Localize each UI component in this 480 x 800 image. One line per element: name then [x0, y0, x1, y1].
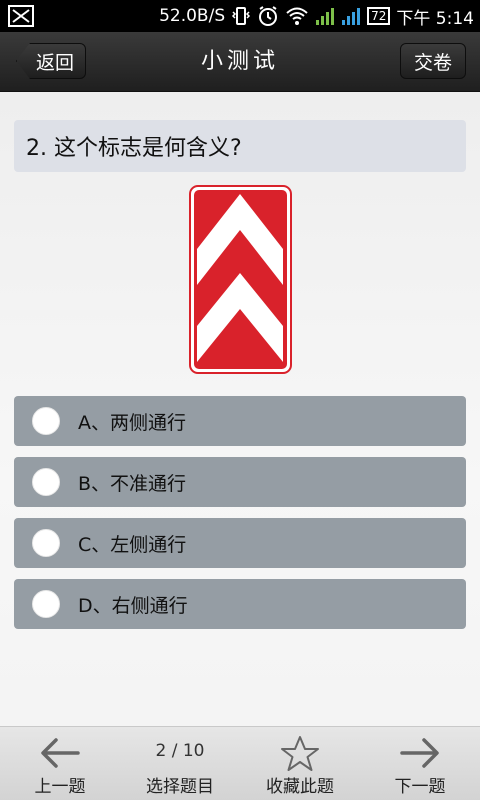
battery-level: 72: [371, 9, 387, 23]
traffic-sign-image: [189, 185, 292, 374]
next-question-button[interactable]: 下一题: [360, 727, 480, 800]
clock: 下午 5:14: [396, 8, 474, 29]
signal-icon-2: [342, 8, 361, 25]
prev-question-button[interactable]: 上一题: [0, 727, 120, 800]
question-text: 2. 这个标志是何含义?: [14, 120, 466, 172]
option-label: B、不准通行: [78, 472, 187, 495]
back-button[interactable]: 返回: [16, 43, 86, 79]
bottom-nav-bar: 上一题 2 / 10 选择题目 收藏此题 下一题: [0, 726, 480, 800]
alarm-icon: [259, 6, 278, 26]
select-question-button[interactable]: 2 / 10 选择题目: [120, 727, 240, 800]
select-question-label: 选择题目: [146, 777, 214, 797]
title-bar: 小测试 返回 交卷: [0, 32, 480, 92]
radio-button[interactable]: [32, 529, 60, 557]
prev-question-label: 上一题: [34, 777, 86, 797]
option-d[interactable]: D、右侧通行: [14, 579, 466, 629]
submit-button[interactable]: 交卷: [400, 43, 466, 79]
status-bar: 52.0B/S 72 下午 5:14: [0, 0, 480, 32]
option-label: D、右侧通行: [78, 594, 188, 617]
arrow-right-icon: [400, 738, 439, 768]
vibrate-icon: [232, 7, 251, 25]
star-icon: [281, 736, 319, 771]
option-a[interactable]: A、两侧通行: [14, 396, 466, 446]
radio-button[interactable]: [32, 407, 60, 435]
option-c[interactable]: C、左侧通行: [14, 518, 466, 568]
option-label: C、左侧通行: [78, 533, 187, 556]
arrow-left-icon: [41, 738, 80, 768]
question-counter: 2 / 10: [155, 741, 205, 761]
app-notification-icon: [8, 5, 34, 27]
next-question-label: 下一题: [394, 777, 446, 797]
option-b[interactable]: B、不准通行: [14, 457, 466, 507]
radio-button[interactable]: [32, 590, 60, 618]
favorite-button[interactable]: 收藏此题: [240, 727, 360, 800]
wifi-icon: [286, 7, 308, 25]
signal-icon-1: [316, 8, 335, 25]
radio-button[interactable]: [32, 468, 60, 496]
favorite-label: 收藏此题: [266, 777, 334, 797]
network-speed: 52.0B/S: [159, 6, 226, 26]
battery-icon: 72: [367, 7, 391, 25]
option-label: A、两侧通行: [78, 411, 186, 434]
